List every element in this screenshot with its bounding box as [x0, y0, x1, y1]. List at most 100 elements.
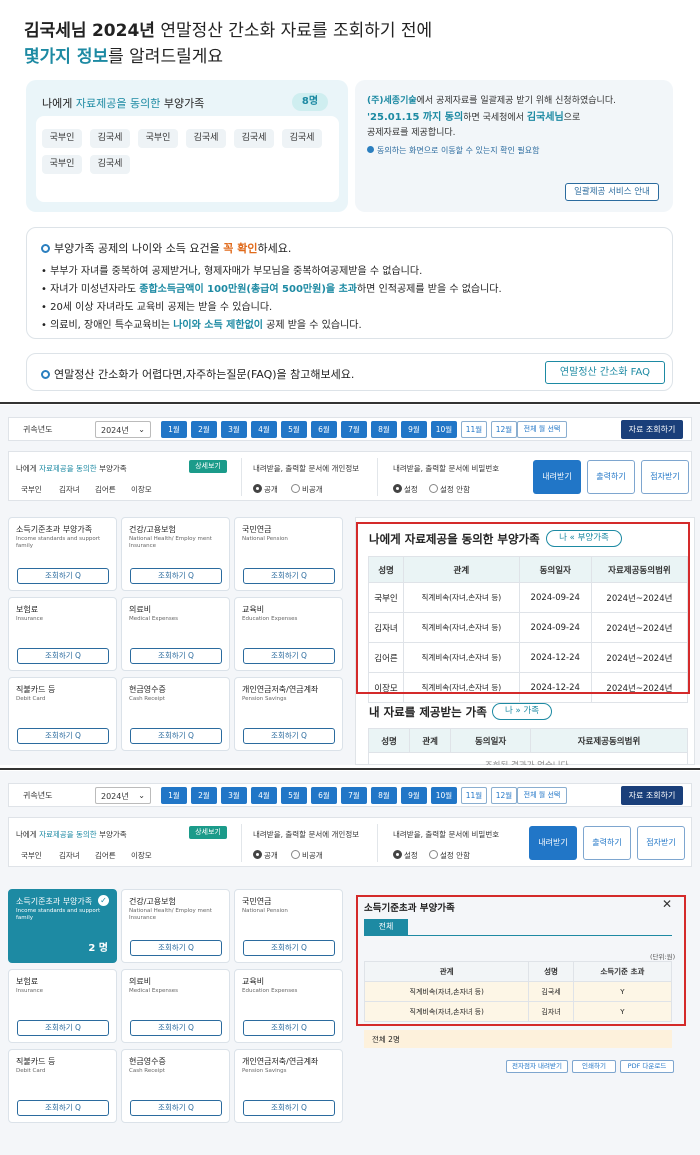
category-card[interactable]: 현금영수증 Cash Receipt 조회하기 Q: [121, 677, 230, 751]
faq-button[interactable]: 연말정산 간소화 FAQ: [545, 361, 665, 384]
category-card[interactable]: 건강/고용보험 National Health/ Employ ment Insu…: [121, 517, 230, 591]
month-button[interactable]: 7월: [341, 787, 367, 804]
category-card[interactable]: 소득기준초과 부양가족 Income standards and support …: [8, 889, 117, 963]
view-button[interactable]: 조회하기 Q: [243, 940, 335, 956]
year-select[interactable]: 2024년 ⌄: [95, 421, 151, 438]
view-button[interactable]: 조회하기 Q: [17, 728, 109, 744]
month-button[interactable]: 11월: [461, 421, 487, 438]
password-set-radio[interactable]: 설정: [393, 484, 418, 495]
month-button[interactable]: 6월: [311, 787, 337, 804]
privacy-public-radio[interactable]: 공개: [253, 850, 278, 861]
card-subtitle: Cash Receipt: [129, 696, 165, 702]
view-button[interactable]: 조회하기 Q: [17, 1020, 109, 1036]
month-button[interactable]: 8월: [371, 421, 397, 438]
check-icon: ✓: [98, 895, 109, 906]
company-notice-card: (주)세종기술에서 공제자료를 일괄제공 받기 위해 신청하였습니다. '25.…: [355, 80, 673, 212]
download-button[interactable]: 내려받기: [529, 826, 577, 860]
month-button[interactable]: 1월: [161, 421, 187, 438]
month-button[interactable]: 4월: [251, 787, 277, 804]
category-card[interactable]: 개인연금저축/연금계좌 Pension Savings 조회하기 Q: [234, 1049, 343, 1123]
name-chip: 김국세: [234, 129, 274, 148]
print-button[interactable]: 인쇄하기: [572, 1060, 616, 1073]
month-button[interactable]: 7월: [341, 421, 367, 438]
empty-message: 조회된 결과가 없습니다.: [368, 752, 688, 765]
category-card[interactable]: 의료비 Medical Expenses 조회하기 Q: [121, 597, 230, 671]
category-card[interactable]: 국민연금 National Pension 조회하기 Q: [234, 517, 343, 591]
consent-name: 김자녀: [59, 851, 80, 860]
card-title: 교육비: [242, 977, 265, 986]
view-button[interactable]: 조회하기 Q: [130, 728, 222, 744]
category-card[interactable]: 교육비 Education Expenses 조회하기 Q: [234, 597, 343, 671]
detail-button[interactable]: 상세보기: [189, 826, 227, 839]
query-button[interactable]: 자료 조회하기: [621, 420, 683, 439]
privacy-private-radio[interactable]: 비공개: [291, 484, 323, 495]
month-button[interactable]: 12월: [491, 421, 517, 438]
category-card[interactable]: 직불카드 등 Debit Card 조회하기 Q: [8, 1049, 117, 1123]
card-subtitle: National Pension: [242, 908, 288, 914]
all-months-button[interactable]: 전체 월 선택: [517, 421, 567, 438]
month-button[interactable]: 5월: [281, 787, 307, 804]
bulk-service-guide-button[interactable]: 일괄제공 서비스 안내: [565, 183, 659, 201]
category-card[interactable]: 개인연금저축/연금계좌 Pension Savings 조회하기 Q: [234, 677, 343, 751]
month-button[interactable]: 8월: [371, 787, 397, 804]
pdf-download-button[interactable]: PDF 다운로드: [620, 1060, 674, 1073]
month-button[interactable]: 2월: [191, 421, 217, 438]
category-card[interactable]: 교육비 Education Expenses 조회하기 Q: [234, 969, 343, 1043]
consent-options-bar: 나에게 자료제공을 동의한 부양가족 상세보기 국부인 김자녀 김어른 이장모 …: [8, 817, 692, 867]
view-button[interactable]: 조회하기 Q: [17, 1100, 109, 1116]
month-button[interactable]: 5월: [281, 421, 307, 438]
month-button[interactable]: 4월: [251, 421, 277, 438]
month-button[interactable]: 12월: [491, 787, 517, 804]
consent-title: 나에게 자료제공을 동의한 부양가족: [16, 464, 127, 473]
view-button[interactable]: 조회하기 Q: [243, 1020, 335, 1036]
password-none-radio[interactable]: 설정 안함: [429, 850, 470, 861]
detail-button[interactable]: 상세보기: [189, 460, 227, 473]
password-label: 내려받을, 출력할 문서에 비밀번호: [393, 830, 500, 839]
subtitle-rest: 를 알려드릴게요: [108, 47, 224, 67]
category-card[interactable]: 의료비 Medical Expenses 조회하기 Q: [121, 969, 230, 1043]
privacy-private-radio[interactable]: 비공개: [291, 850, 323, 861]
view-button[interactable]: 조회하기 Q: [243, 1100, 335, 1116]
year-select[interactable]: 2024년 ⌄: [95, 787, 151, 804]
card-title: 직불카드 등: [16, 1057, 56, 1066]
category-card[interactable]: 직불카드 등 Debit Card 조회하기 Q: [8, 677, 117, 751]
email-download-button[interactable]: 전자점자 내려받기: [506, 1060, 568, 1073]
print-button[interactable]: 출력하기: [587, 460, 635, 494]
subtitle-accent: 몇가지 정보: [24, 47, 109, 67]
password-none-radio[interactable]: 설정 안함: [429, 484, 470, 495]
month-button[interactable]: 11월: [461, 787, 487, 804]
view-button[interactable]: 조회하기 Q: [17, 568, 109, 584]
month-button[interactable]: 10월: [431, 421, 457, 438]
view-button[interactable]: 조회하기 Q: [130, 940, 222, 956]
category-card[interactable]: 소득기준초과 부양가족 Income standards and support …: [8, 517, 117, 591]
category-card[interactable]: 보험료 Insurance 조회하기 Q: [8, 969, 117, 1043]
view-button[interactable]: 조회하기 Q: [130, 1020, 222, 1036]
month-button[interactable]: 2월: [191, 787, 217, 804]
view-button[interactable]: 조회하기 Q: [243, 728, 335, 744]
view-button[interactable]: 조회하기 Q: [17, 648, 109, 664]
query-button[interactable]: 자료 조회하기: [621, 786, 683, 805]
month-button[interactable]: 6월: [311, 421, 337, 438]
month-button[interactable]: 9월: [401, 421, 427, 438]
category-card[interactable]: 현금영수증 Cash Receipt 조회하기 Q: [121, 1049, 230, 1123]
print-button[interactable]: 출력하기: [583, 826, 631, 860]
category-card[interactable]: 건강/고용보험 National Health/ Employ ment Insu…: [121, 889, 230, 963]
month-button[interactable]: 3월: [221, 421, 247, 438]
month-button[interactable]: 10월: [431, 787, 457, 804]
view-button[interactable]: 조회하기 Q: [130, 568, 222, 584]
month-button[interactable]: 1월: [161, 787, 187, 804]
email-button[interactable]: 점자받기: [641, 460, 689, 494]
category-card[interactable]: 국민연금 National Pension 조회하기 Q: [234, 889, 343, 963]
category-card[interactable]: 보험료 Insurance 조회하기 Q: [8, 597, 117, 671]
all-months-button[interactable]: 전체 월 선택: [517, 787, 567, 804]
view-button[interactable]: 조회하기 Q: [130, 648, 222, 664]
download-button[interactable]: 내려받기: [533, 460, 581, 494]
view-button[interactable]: 조회하기 Q: [243, 568, 335, 584]
email-button[interactable]: 점자받기: [637, 826, 685, 860]
view-button[interactable]: 조회하기 Q: [130, 1100, 222, 1116]
month-button[interactable]: 9월: [401, 787, 427, 804]
month-button[interactable]: 3월: [221, 787, 247, 804]
password-set-radio[interactable]: 설정: [393, 850, 418, 861]
privacy-public-radio[interactable]: 공개: [253, 484, 278, 495]
view-button[interactable]: 조회하기 Q: [243, 648, 335, 664]
